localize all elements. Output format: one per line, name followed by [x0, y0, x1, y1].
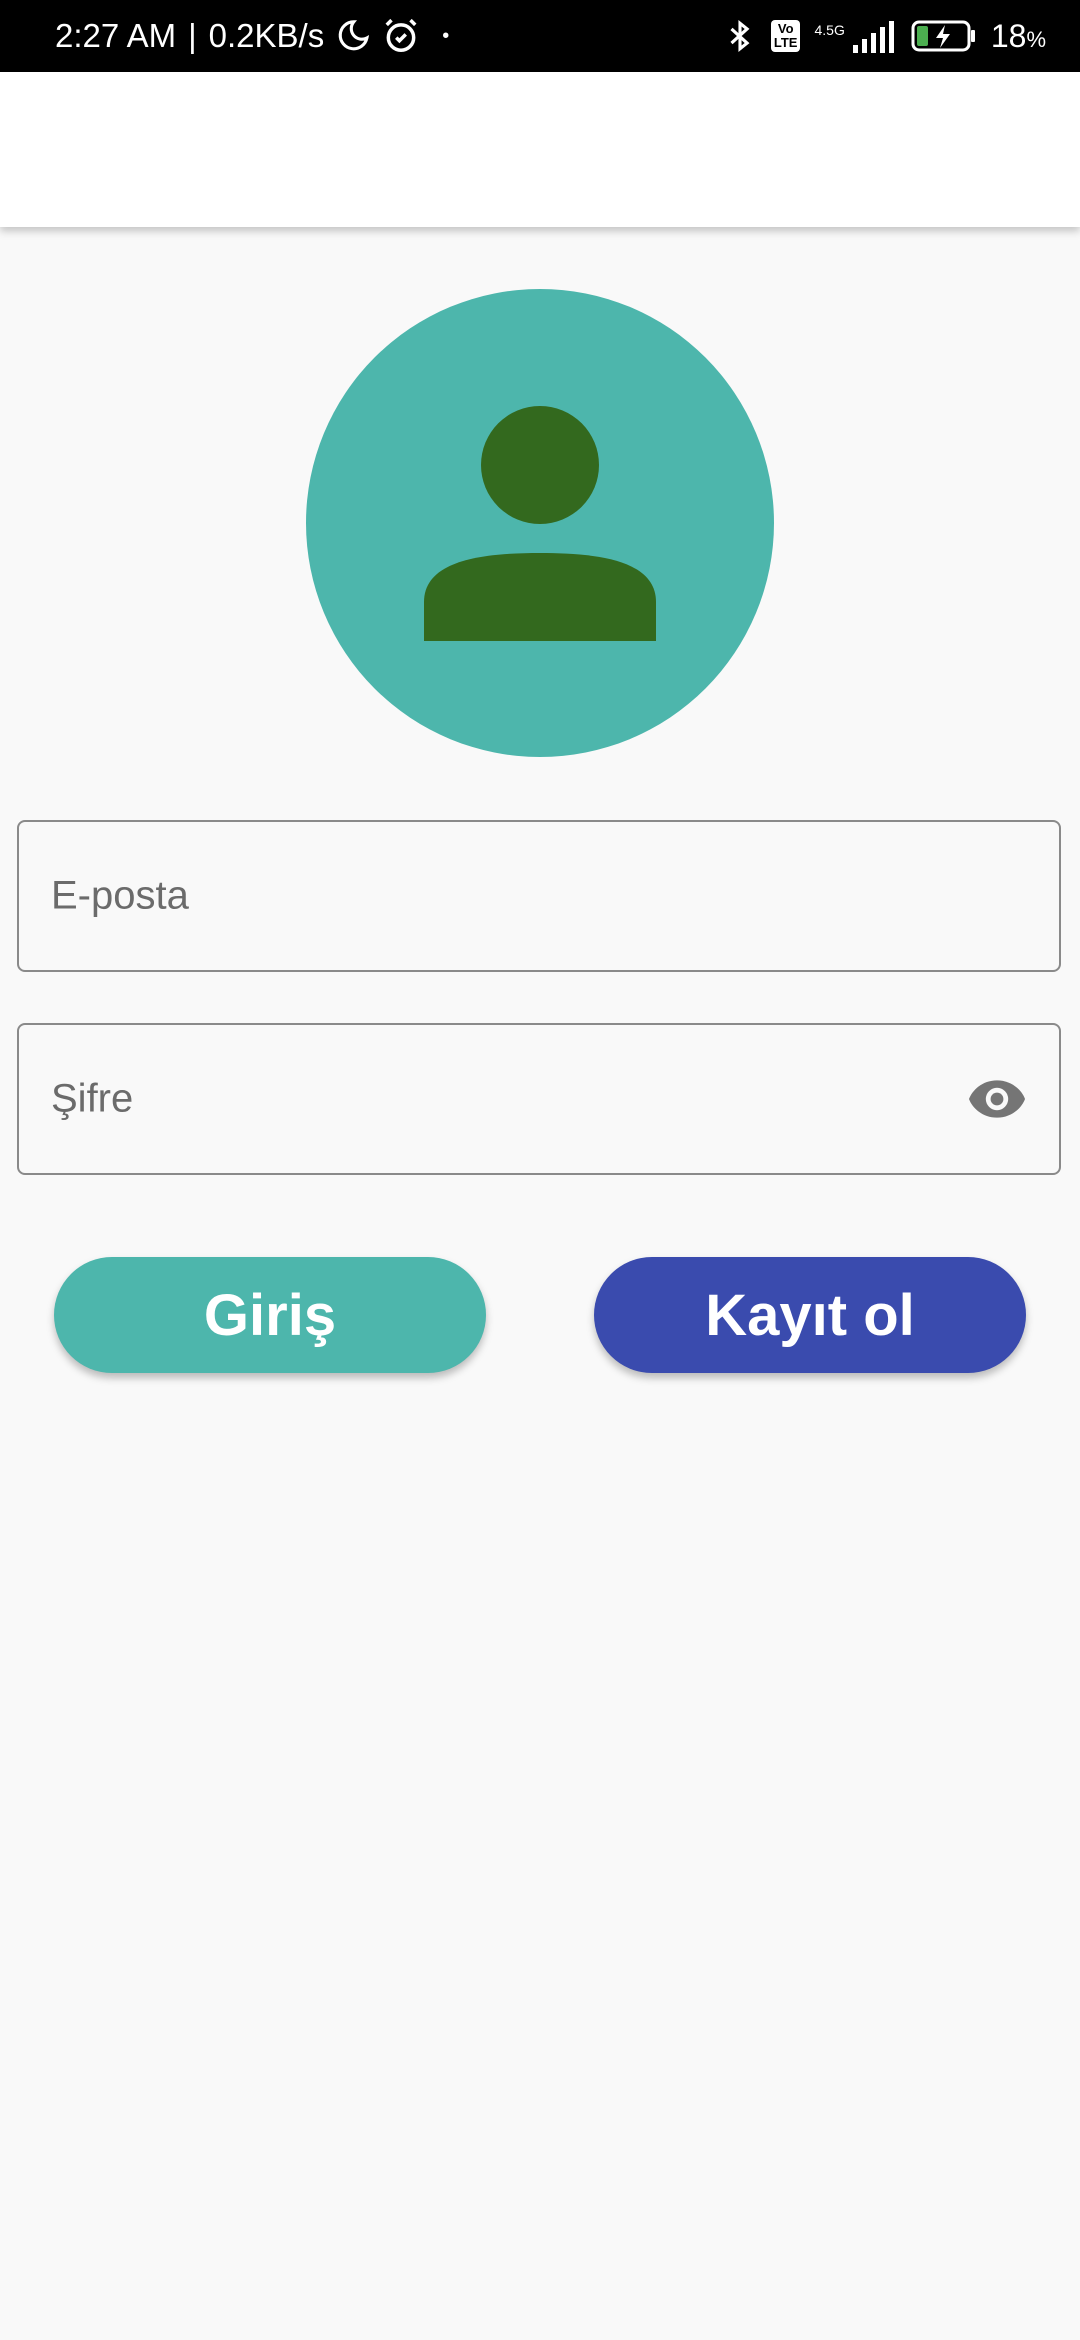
- person-icon: [424, 406, 656, 641]
- email-field[interactable]: E-posta: [17, 820, 1061, 972]
- network-type: 4.5G: [814, 22, 845, 38]
- app-bar: [0, 72, 1080, 227]
- status-time: 2:27 AM: [55, 17, 177, 54]
- volte-icon: Vo LTE: [770, 20, 801, 52]
- status-separator: |: [188, 17, 197, 54]
- battery-charging-icon: [911, 19, 977, 53]
- login-button[interactable]: Giriş: [54, 1257, 486, 1373]
- battery-percent: 18%: [990, 17, 1046, 54]
- avatar: [306, 289, 774, 757]
- status-net-speed: 0.2KB/s: [208, 17, 325, 54]
- bluetooth-icon: [723, 17, 757, 55]
- eye-icon[interactable]: [965, 1067, 1029, 1131]
- password-field[interactable]: Şifre: [17, 1023, 1061, 1175]
- password-label: Şifre: [51, 1076, 134, 1121]
- email-label: E-posta: [51, 873, 189, 918]
- register-button[interactable]: Kayıt ol: [594, 1257, 1026, 1373]
- status-dot: •: [442, 24, 450, 47]
- moon-icon: [336, 19, 370, 53]
- signal-icon: [851, 19, 897, 53]
- alarm-icon: [382, 17, 420, 55]
- status-bar: 2:27 AM | 0.2KB/s • Vo LTE 4.5G 18%: [0, 0, 1080, 72]
